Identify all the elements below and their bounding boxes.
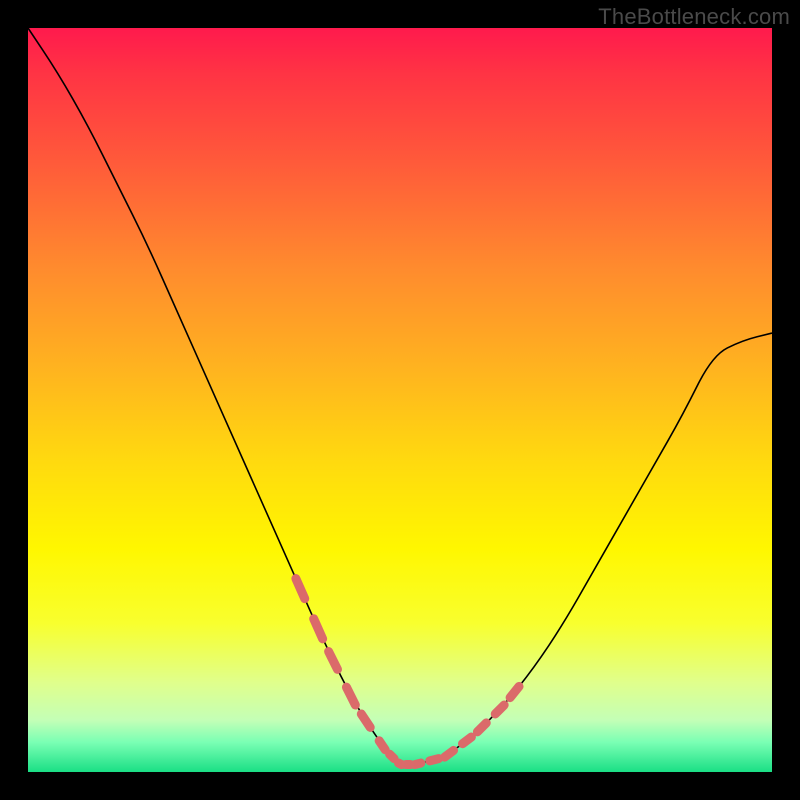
plot-area (28, 28, 772, 772)
highlighted-segment (296, 579, 519, 765)
watermark-label: TheBottleneck.com (598, 4, 790, 30)
main-curve (28, 28, 772, 765)
chart-svg (28, 28, 772, 772)
